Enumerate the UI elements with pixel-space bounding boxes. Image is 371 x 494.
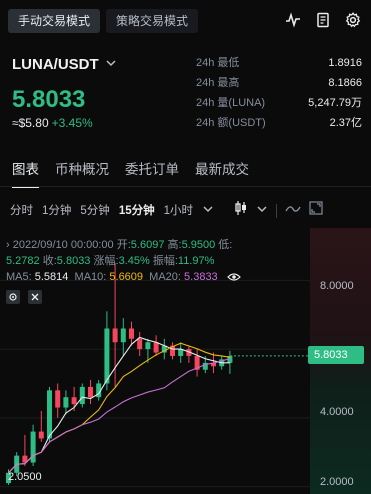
candle-body <box>63 397 69 408</box>
high-value: 5.9500 <box>181 239 216 251</box>
candle-body <box>38 431 44 439</box>
price-change: +3.45% <box>51 116 93 130</box>
ohlc-line-1: › 2022/09/10 00:00:00 开:5.6097 高:5.9500 … <box>6 236 232 252</box>
candle-type-icon[interactable] <box>234 200 248 221</box>
tab-latest-trades[interactable]: 最新成交 <box>195 158 249 188</box>
pair-selector[interactable]: LUNA/USDT <box>12 56 117 73</box>
ticker-stats: 24h 最低 1.8916 24h 最高 8.1866 24h 量(LUNA) 5,2… <box>196 53 362 133</box>
stat-label: 24h 最低 <box>196 57 240 69</box>
ma20-value: 5.3833 <box>184 271 218 283</box>
stat-row: 24h 额(USDT) 2.37亿 <box>196 113 362 133</box>
low-value: 5.2782 <box>6 255 40 267</box>
last-price: 5.8033 <box>12 86 86 113</box>
chart-tools <box>234 200 323 221</box>
interval-1h[interactable]: 1小时 <box>164 202 193 218</box>
indicator-wave-icon[interactable] <box>285 202 301 220</box>
stat-row: 24h 最高 8.1866 <box>196 73 362 93</box>
stat-value: 8.1866 <box>328 77 362 89</box>
interval-1m[interactable]: 1分钟 <box>42 202 71 218</box>
candle-body <box>137 338 143 350</box>
ohlc-line-2: 5.2782 收:5.8033 涨幅:3.45% 振幅:11.97% <box>6 252 214 268</box>
candle-body <box>47 390 52 439</box>
tab-orders[interactable]: 委托订单 <box>125 158 179 188</box>
expand-icon[interactable] <box>309 201 323 220</box>
candle-body <box>129 328 134 339</box>
candle-body <box>88 386 93 398</box>
amplitude-value: 11.97% <box>177 255 215 267</box>
interval-bar: 分时 1分钟 5分钟 15分钟 1小时 <box>10 202 214 218</box>
low-label: 低: <box>218 239 233 251</box>
settings-icon[interactable] <box>6 290 20 304</box>
stat-row: 24h 最低 1.8916 <box>196 53 362 73</box>
open-label: 开: <box>116 239 131 251</box>
y-tick-label: 2.0000 <box>320 476 354 488</box>
tab-strategy-mode[interactable]: 策略交易模式 <box>106 9 199 33</box>
chart-mini-tools <box>6 290 42 304</box>
eye-icon[interactable] <box>224 271 241 283</box>
stat-value: 5,247.79万 <box>308 97 362 109</box>
candle-body <box>145 342 151 350</box>
chevron-down-icon <box>105 56 117 73</box>
gear-icon[interactable] <box>345 12 361 28</box>
stat-label: 24h 最高 <box>196 77 240 89</box>
tab-chart[interactable]: 图表 <box>12 158 39 188</box>
document-icon[interactable] <box>315 12 331 28</box>
usd-approx: ≈$5.80 <box>12 116 49 130</box>
chevron-down-icon[interactable] <box>202 203 214 218</box>
stat-label: 24h 额(USDT) <box>196 117 266 129</box>
last-price-tag: 5.8033 <box>308 346 364 364</box>
collapse-chevron-icon[interactable]: › <box>6 239 10 251</box>
candle-body <box>153 342 159 353</box>
section-tabs: 图表 币种概况 委托订单 最新成交 <box>12 158 249 188</box>
ma10-value: 5.6609 <box>109 271 144 283</box>
tool-divider <box>276 203 277 218</box>
top-icons <box>285 12 361 28</box>
y-tick-label: 4.0000 <box>320 406 354 418</box>
candle-body <box>104 328 110 384</box>
tab-coin-overview[interactable]: 币种概况 <box>55 158 109 188</box>
ma-legend: MA5: 5.5814 MA10: 5.6609 MA20: 5.3833 <box>6 271 241 283</box>
y-tick-label: 8.0000 <box>320 280 354 292</box>
candle-date: 2022/09/10 00:00:00 <box>12 239 114 251</box>
pulse-icon[interactable] <box>285 12 301 28</box>
candle-body <box>120 328 126 343</box>
open-value: 5.6097 <box>130 239 165 251</box>
stat-row: 24h 量(LUNA) 5,247.79万 <box>196 93 362 113</box>
interval-5m[interactable]: 5分钟 <box>80 202 109 218</box>
candle-body <box>112 328 118 343</box>
pair-label: LUNA/USDT <box>12 56 99 73</box>
stat-value: 2.37亿 <box>329 117 362 129</box>
ma5-value: 5.5814 <box>34 271 69 283</box>
mode-tabs: 手动交易模式 策略交易模式 <box>8 9 199 33</box>
candle-body <box>71 397 77 405</box>
tab-manual-mode[interactable]: 手动交易模式 <box>8 9 101 33</box>
ma20-label: MA20: <box>149 271 181 283</box>
change-label: 涨幅: <box>93 255 119 267</box>
chevron-down-icon[interactable] <box>256 202 268 220</box>
ma10-label: MA10: <box>74 271 107 283</box>
high-label: 高: <box>167 239 182 251</box>
close-icon[interactable] <box>28 290 42 304</box>
ma5-label: MA5: <box>6 271 32 283</box>
change-value: 3.45% <box>118 255 150 267</box>
section-divider <box>0 186 371 187</box>
top-bar: 手动交易模式 策略交易模式 <box>0 0 371 42</box>
interval-timeline[interactable]: 分时 <box>10 202 33 218</box>
low-marker-label: 2.0500 <box>8 471 42 483</box>
amplitude-label: 振幅: <box>152 255 178 267</box>
candle-body <box>55 390 61 408</box>
stat-label: 24h 量(LUNA) <box>196 97 266 109</box>
candle-body <box>79 386 85 405</box>
close-value: 5.8033 <box>56 255 91 267</box>
close-label: 收: <box>42 255 57 267</box>
price-subline: ≈$5.80 +3.45% <box>12 116 93 130</box>
interval-15m[interactable]: 15分钟 <box>119 202 155 218</box>
stat-value: 1.8916 <box>328 57 362 69</box>
